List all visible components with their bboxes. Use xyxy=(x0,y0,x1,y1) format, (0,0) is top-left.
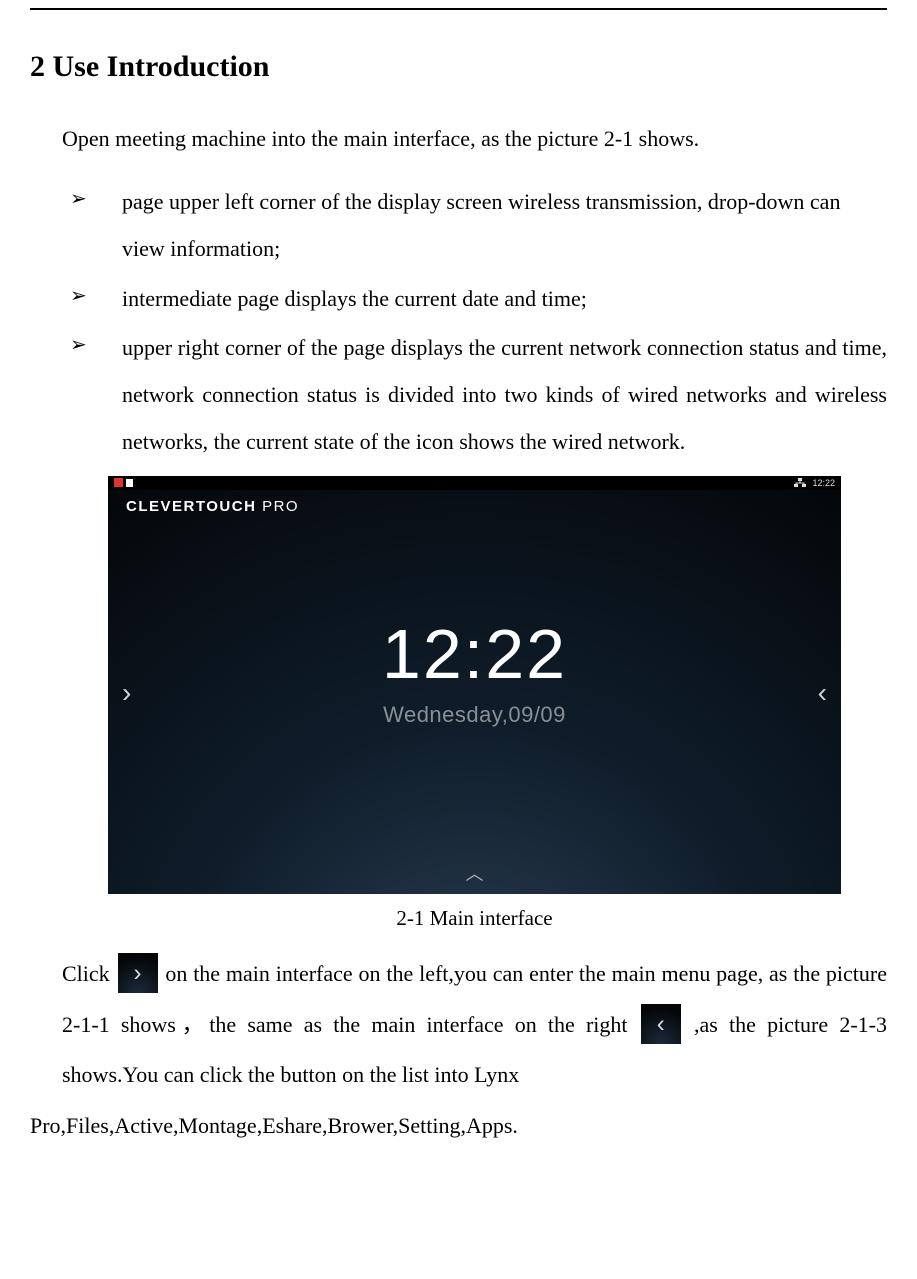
wired-network-icon xyxy=(794,478,806,488)
clock-time: 12:22 xyxy=(382,614,567,694)
logo-part-b: TOUCH xyxy=(196,498,257,515)
section-heading: 2 Use Introduction xyxy=(30,50,887,84)
horizontal-rule xyxy=(30,8,887,10)
status-right-icons: 12:22 xyxy=(794,478,835,488)
nav-right-button[interactable]: ‹ xyxy=(808,667,837,719)
para-text: Click xyxy=(62,961,116,986)
main-interface-screenshot: 12:22 CLEVERTOUCH PRO 12:22 Wednesday,09… xyxy=(108,476,841,894)
nav-left-button[interactable]: › xyxy=(112,667,141,719)
caret-up-button[interactable]: ︿ xyxy=(466,860,484,886)
status-bar: 12:22 xyxy=(108,476,841,490)
list-item: upper right corner of the page displays … xyxy=(62,324,887,466)
chevron-right-icon xyxy=(118,953,158,993)
feature-list: page upper left corner of the display sc… xyxy=(62,178,887,466)
logo-part-a: CLEVER xyxy=(126,498,196,515)
list-item: page upper left corner of the display sc… xyxy=(62,178,887,273)
list-item: intermediate page displays the current d… xyxy=(62,275,887,322)
chevron-left-icon xyxy=(641,1004,681,1044)
paragraph-continuation: Pro,Files,Active,Montage,Eshare,Brower,S… xyxy=(30,1101,887,1152)
notification-icon xyxy=(114,478,123,487)
paragraph-after-figure: Click on the main interface on the left,… xyxy=(62,949,887,1101)
figure-caption: 2-1 Main interface xyxy=(62,906,887,931)
clock-date: Wednesday,09/09 xyxy=(383,702,566,728)
clevertouch-logo: CLEVERTOUCH PRO xyxy=(126,498,299,515)
figure-2-1: 12:22 CLEVERTOUCH PRO 12:22 Wednesday,09… xyxy=(108,476,841,894)
status-time: 12:22 xyxy=(812,478,835,488)
intro-paragraph: Open meeting machine into the main inter… xyxy=(62,126,887,152)
logo-part-c: PRO xyxy=(256,498,299,515)
status-left-icons xyxy=(114,478,133,487)
wireless-transmission-icon xyxy=(126,479,133,487)
